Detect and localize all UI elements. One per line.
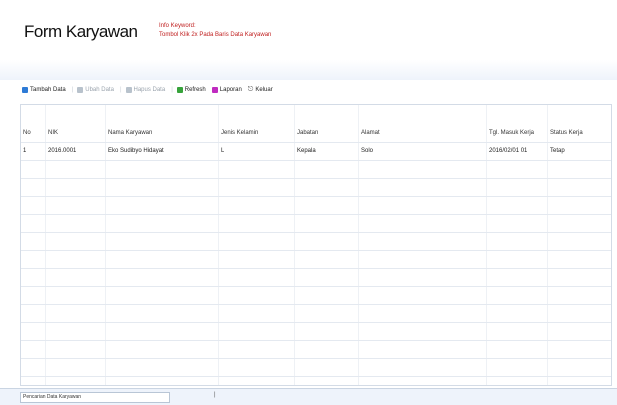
exit-icon: ⎋ <box>247 86 254 93</box>
empty-table-row <box>21 305 611 323</box>
page-title: Form Karyawan <box>24 22 138 41</box>
toolbar-separator: | <box>119 87 122 93</box>
report-icon <box>211 87 218 93</box>
status-bar: Pencarian Data Karyawan | <box>0 388 617 405</box>
cell-no: 1 <box>23 148 27 154</box>
empty-table-row <box>21 341 611 359</box>
toolbar-band <box>0 60 617 80</box>
empty-table-row <box>21 251 611 269</box>
column-header-name[interactable]: Nama Karyawan <box>108 125 152 142</box>
edit-icon <box>77 87 84 93</box>
column-header-gender[interactable]: Jenis Kelamin <box>221 125 258 142</box>
refresh-icon <box>176 87 183 93</box>
info-line-1: Info Keyword: <box>159 23 196 29</box>
column-header-status[interactable]: Status Kerja <box>550 125 583 142</box>
report-button[interactable]: Laporan <box>211 87 242 93</box>
empty-table-row <box>21 359 611 377</box>
toolbar-separator: | <box>71 87 74 93</box>
empty-table-row <box>21 377 611 385</box>
refresh-button[interactable]: Refresh <box>176 87 206 93</box>
column-header-no[interactable]: No <box>23 125 31 142</box>
cell-name: Eko Sudibyo Hidayat <box>108 148 164 154</box>
employee-table[interactable]: No NIK Nama Karyawan Jenis Kelamin Jabat… <box>20 104 612 386</box>
cell-address: Solo <box>361 148 374 154</box>
delete-button[interactable]: Hapus Data <box>125 87 166 93</box>
table-header-row: No NIK Nama Karyawan Jenis Kelamin Jabat… <box>21 125 611 143</box>
table-row[interactable]: 1 2016.0001 Eko Sudibyo Hidayat L Kepala… <box>21 143 611 161</box>
empty-table-row <box>21 197 611 215</box>
empty-table-row <box>21 287 611 305</box>
report-label: Laporan <box>219 87 242 93</box>
add-icon <box>22 87 28 93</box>
cell-status: Tetap <box>550 148 565 154</box>
column-header-start-date[interactable]: Tgl. Masuk Kerja <box>489 125 534 142</box>
cell-gender: L <box>221 148 225 154</box>
empty-table-row <box>21 269 611 287</box>
cell-nik: 2016.0001 <box>48 148 77 154</box>
status-mark: | <box>214 392 216 398</box>
empty-table-row <box>21 161 611 179</box>
info-line-2: Tombol Klik 2x Pada Baris Data Karyawan <box>159 32 272 38</box>
add-button[interactable]: Tambah Data <box>22 87 66 93</box>
exit-button[interactable]: ⎋ Keluar <box>248 86 273 94</box>
info-note: Info Keyword: Tombol Klik 2x Pada Baris … <box>159 22 271 40</box>
delete-label: Hapus Data <box>133 87 166 93</box>
toolbar-separator: | <box>171 87 173 93</box>
empty-table-row <box>21 179 611 197</box>
delete-icon <box>125 87 132 93</box>
add-label: Tambah Data <box>30 87 66 93</box>
empty-table-row <box>21 233 611 251</box>
cell-start-date: 2016/02/01 01 <box>489 148 528 154</box>
empty-table-row <box>21 215 611 233</box>
edit-label: Ubah Data <box>85 87 114 93</box>
column-header-address[interactable]: Alamat <box>361 125 380 142</box>
search-field[interactable]: Pencarian Data Karyawan <box>20 392 170 403</box>
column-header-nik[interactable]: NIK <box>48 125 58 142</box>
edit-button[interactable]: Ubah Data <box>77 87 114 93</box>
exit-label: Keluar <box>255 87 273 93</box>
refresh-label: Refresh <box>184 87 206 93</box>
cell-position: Kepala <box>297 148 316 154</box>
empty-table-row <box>21 323 611 341</box>
column-header-position[interactable]: Jabatan <box>297 125 318 142</box>
toolbar: Tambah Data | Ubah Data | Hapus Data | R… <box>22 84 279 96</box>
